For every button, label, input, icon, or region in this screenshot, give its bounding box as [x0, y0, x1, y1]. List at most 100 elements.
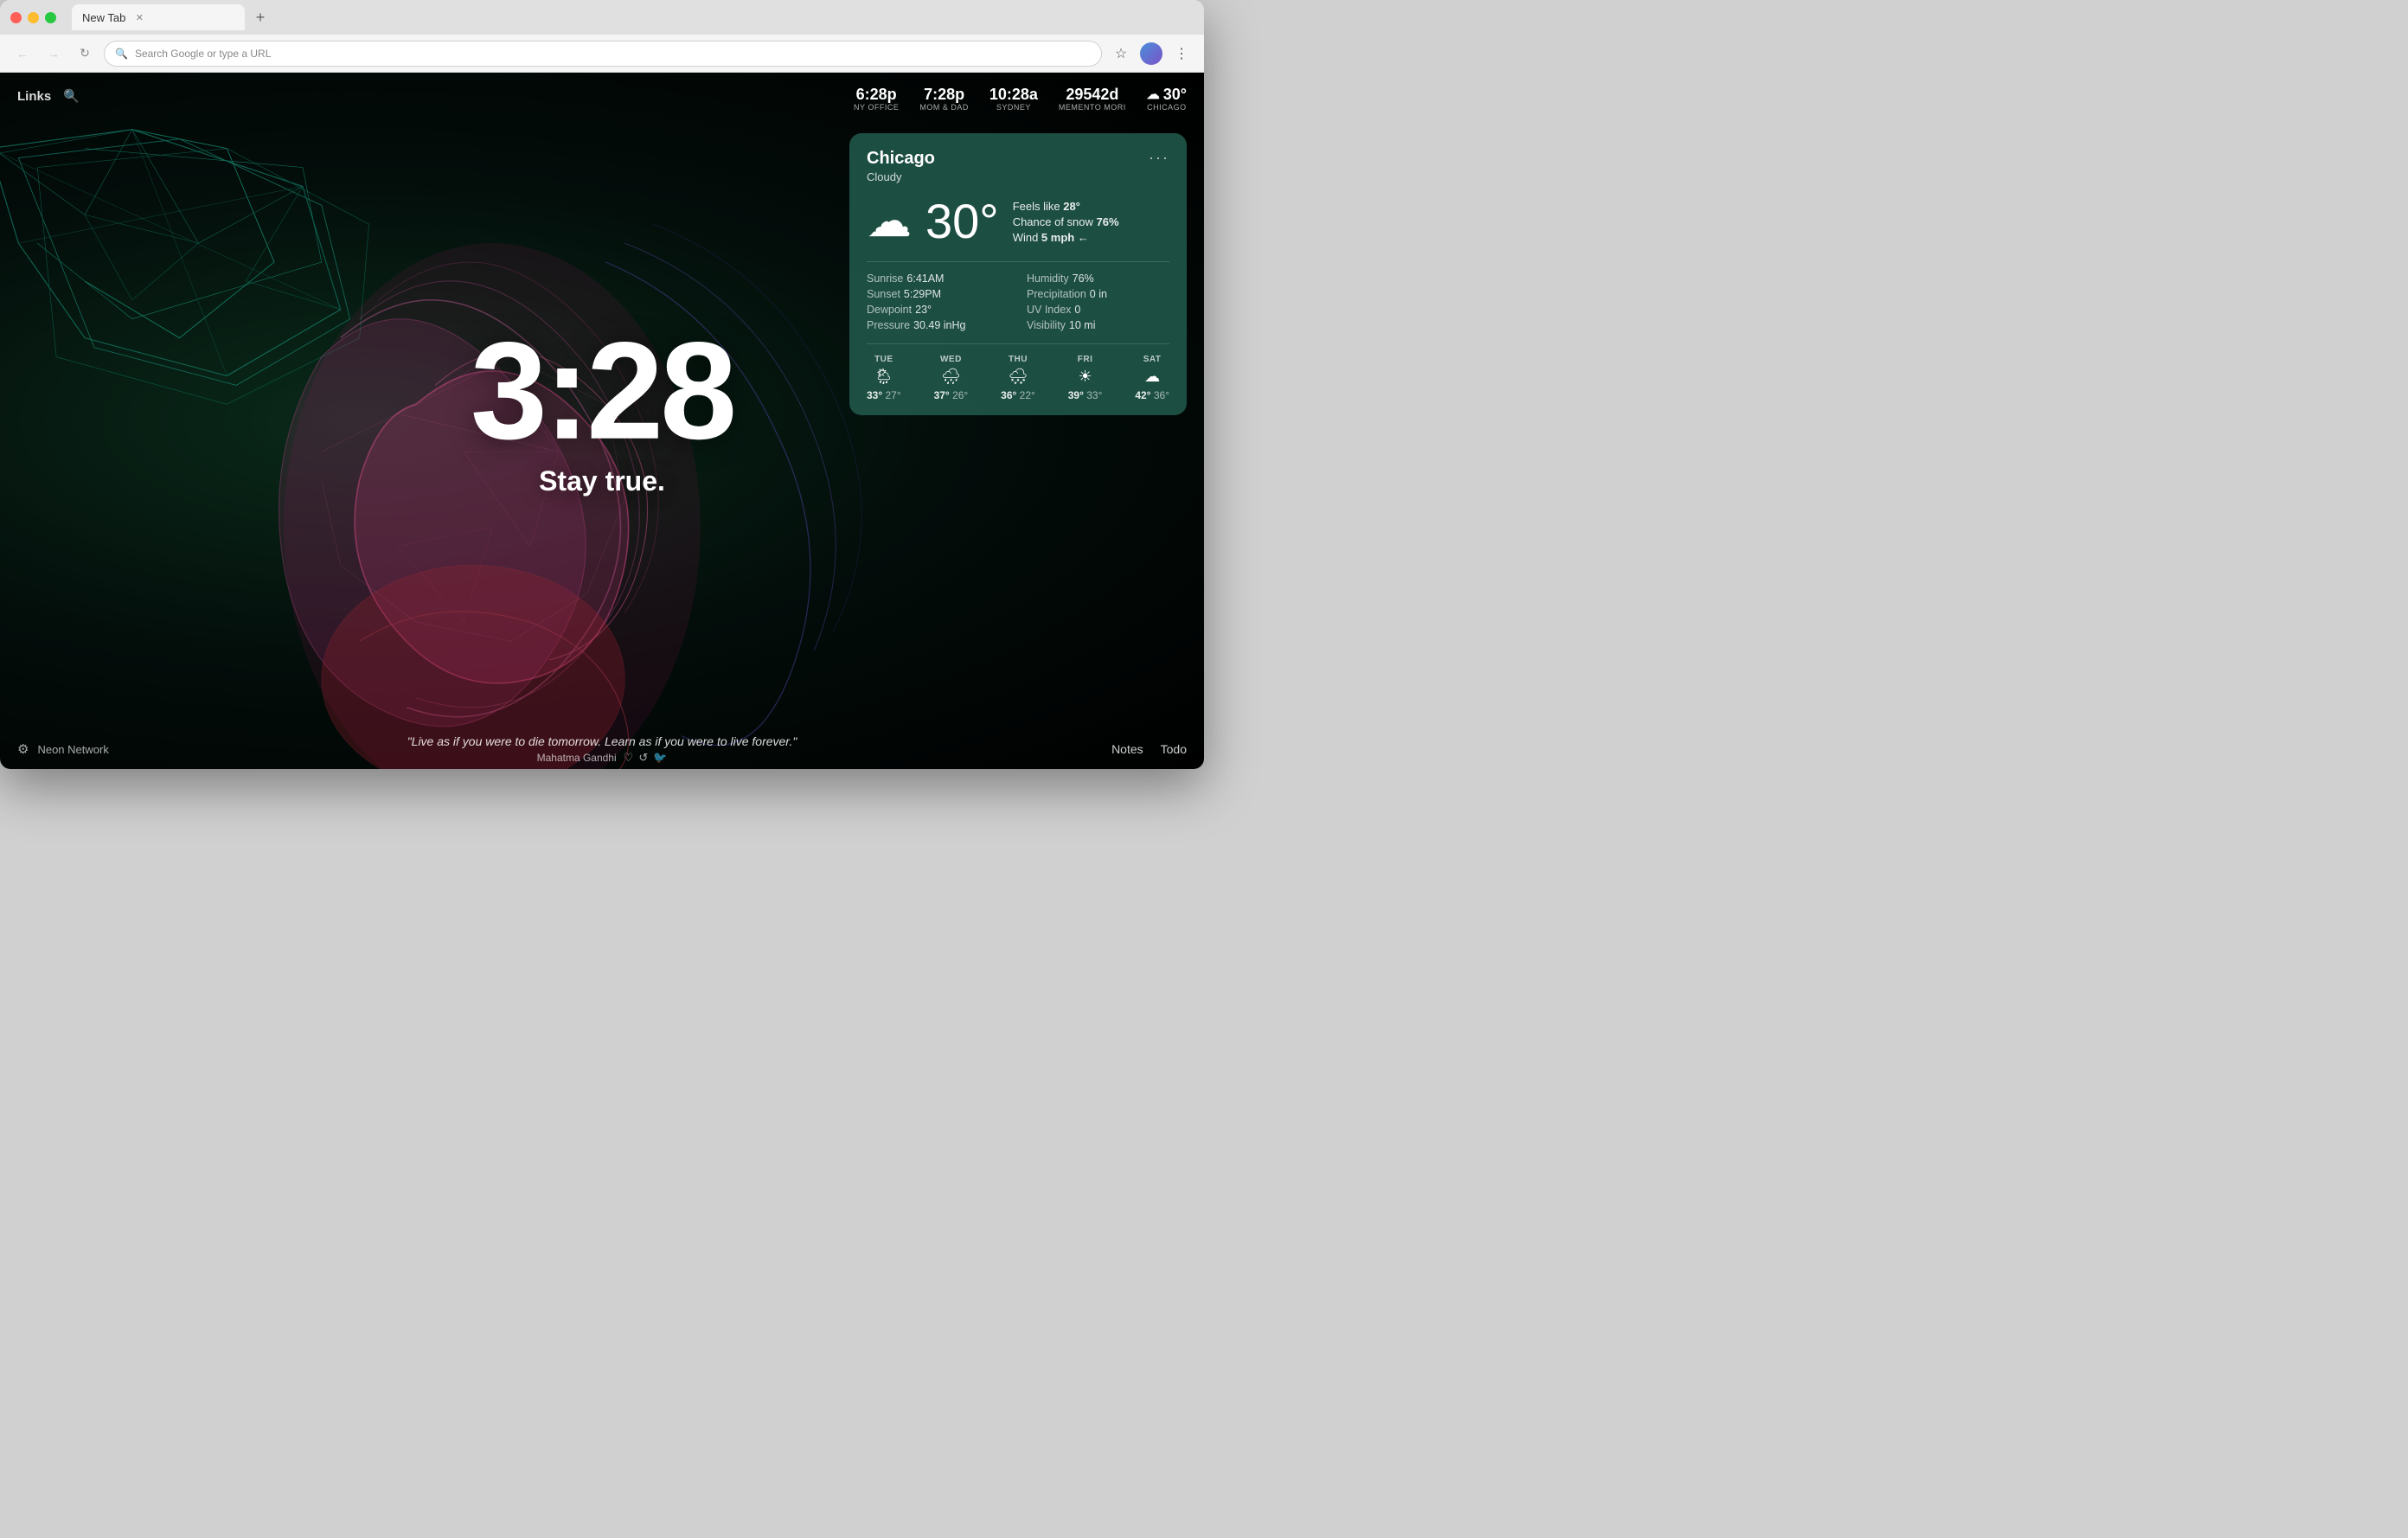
traffic-lights: [10, 12, 56, 23]
forecast-sat-label: SAT: [1143, 355, 1162, 364]
clocks-bar: 6:28p NY OFFICE 7:28p MOM & DAD 10:28a S…: [854, 87, 1187, 112]
forecast-tue-temps: 33° 27°: [867, 389, 901, 401]
dewpoint-item: Dewpoint 23°: [867, 304, 1009, 316]
forecast-sat: SAT ☁ 42° 36°: [1135, 355, 1169, 401]
back-button[interactable]: ←: [10, 42, 35, 66]
precipitation-value: 0 in: [1090, 288, 1107, 300]
source-label: Neon Network: [37, 743, 108, 756]
clock-ny-label: NY OFFICE: [854, 103, 899, 112]
clock-sydney-time: 10:28a: [989, 87, 1038, 102]
settings-icon[interactable]: ⚙: [17, 741, 29, 757]
forecast-tue-label: TUE: [874, 355, 893, 364]
weather-condition: Cloudy: [867, 170, 935, 183]
heart-icon[interactable]: ♡: [624, 751, 634, 765]
wind-label: Wind 5 mph ←: [1013, 231, 1119, 244]
profile-avatar[interactable]: [1140, 42, 1162, 65]
forecast-thu: THU 🌨 36° 22°: [1001, 355, 1035, 401]
menu-button[interactable]: ⋮: [1169, 42, 1194, 66]
forecast-sat-temps: 42° 36°: [1135, 389, 1169, 401]
clock-ny-time: 6:28p: [856, 87, 897, 102]
uv-label: UV Index: [1027, 304, 1071, 316]
tab-bar: New Tab ✕ +: [72, 4, 630, 30]
bookmark-icon[interactable]: ☆: [1109, 42, 1133, 66]
forward-button[interactable]: →: [42, 42, 66, 66]
forecast-thu-hi: 36°: [1001, 389, 1016, 401]
humidity-label: Humidity: [1027, 272, 1069, 285]
tab-close-button[interactable]: ✕: [132, 10, 146, 24]
clock-ny-office: 6:28p NY OFFICE: [854, 87, 899, 112]
forecast-wed-lo: 26°: [952, 389, 968, 401]
links-button[interactable]: Links: [17, 89, 51, 104]
forecast-fri-lo: 33°: [1086, 389, 1102, 401]
bottom-center: "Live as if you were to die tomorrow. Le…: [407, 734, 797, 765]
share-icon[interactable]: ↺: [638, 751, 648, 765]
sunset-label: Sunset: [867, 288, 900, 300]
weather-main: ☁ 30° Feels like 28° Chance of snow 76% …: [867, 195, 1169, 247]
dewpoint-label: Dewpoint: [867, 304, 912, 316]
twitter-icon[interactable]: 🐦: [653, 751, 667, 765]
browser-window: New Tab ✕ + ← → ↻ 🔍 Search Google or typ…: [0, 0, 1204, 769]
visibility-item: Visibility 10 mi: [1027, 319, 1169, 331]
sunset-item: Sunset 5:29PM: [867, 288, 1009, 300]
tab-newtab[interactable]: New Tab ✕: [72, 4, 245, 30]
uv-item: UV Index 0: [1027, 304, 1169, 316]
notes-button[interactable]: Notes: [1111, 742, 1143, 756]
clock-memento-label: MEMENTO MORI: [1059, 103, 1126, 112]
humidity-item: Humidity 76%: [1027, 272, 1169, 285]
forecast-wed-icon: 🌧: [941, 368, 961, 386]
forecast-thu-temps: 36° 22°: [1001, 389, 1035, 401]
forecast-tue-hi: 33°: [867, 389, 882, 401]
quote-actions: ♡ ↺ 🐦: [624, 751, 668, 765]
weather-menu-button[interactable]: ···: [1149, 149, 1169, 167]
pressure-value: 30.49 inHg: [913, 319, 965, 331]
address-bar: ← → ↻ 🔍 Search Google or type a URL ☆ ⋮: [0, 35, 1204, 73]
clock-mom-dad-label: MOM & DAD: [919, 103, 969, 112]
weather-cloud-icon: ☁: [867, 195, 912, 247]
clock-mom-dad-time: 7:28p: [924, 87, 964, 102]
weather-temperature: 30°: [925, 197, 999, 246]
bottom-right: Notes Todo: [1111, 742, 1187, 756]
reload-button[interactable]: ↻: [73, 42, 97, 66]
snow-chance-value: 76%: [1097, 215, 1119, 228]
weather-city-info: Chicago Cloudy: [867, 149, 935, 183]
bottom-left: ⚙ Neon Network: [17, 741, 109, 757]
weather-panel: Chicago Cloudy ··· ☁ 30° Feels like 28° …: [849, 133, 1187, 415]
address-placeholder-text: Search Google or type a URL: [135, 48, 271, 60]
precipitation-label: Precipitation: [1027, 288, 1086, 300]
search-icon: 🔍: [115, 48, 128, 60]
author-name: Mahatma Gandhi: [537, 752, 617, 764]
sunset-value: 5:29PM: [904, 288, 941, 300]
forecast-tue-icon: 🌦: [874, 368, 893, 386]
weather-city-name: Chicago: [867, 149, 935, 169]
clock-chicago-label: CHICAGO: [1147, 103, 1187, 112]
todo-button[interactable]: Todo: [1161, 742, 1187, 756]
bottom-bar: ⚙ Neon Network "Live as if you were to d…: [0, 729, 1204, 769]
address-input[interactable]: 🔍 Search Google or type a URL: [104, 41, 1102, 67]
search-button[interactable]: 🔍: [63, 88, 80, 104]
forecast-fri: FRI ☀ 39° 33°: [1068, 355, 1103, 401]
feels-like-label: Feels like 28°: [1013, 200, 1119, 213]
sunrise-label: Sunrise: [867, 272, 903, 285]
quote-author-row: Mahatma Gandhi ♡ ↺ 🐦: [407, 751, 797, 765]
forecast-tue: TUE 🌦 33° 27°: [867, 355, 901, 401]
weather-header: Chicago Cloudy ···: [867, 149, 1169, 183]
clock-sydney: 10:28a SYDNEY: [989, 87, 1038, 112]
clock-sydney-label: SYDNEY: [996, 103, 1031, 112]
forecast-fri-hi: 39°: [1068, 389, 1084, 401]
forecast-sat-hi: 42°: [1135, 389, 1150, 401]
minimize-button[interactable]: [28, 12, 39, 23]
visibility-value: 10 mi: [1069, 319, 1096, 331]
forecast-wed-hi: 37°: [934, 389, 950, 401]
center-clock: 3:28 Stay true.: [471, 328, 733, 497]
precipitation-item: Precipitation 0 in: [1027, 288, 1169, 300]
feels-like-value: 28°: [1063, 200, 1080, 213]
main-tagline: Stay true.: [471, 465, 733, 497]
new-tab-button[interactable]: +: [248, 5, 272, 29]
fullscreen-button[interactable]: [45, 12, 56, 23]
weather-divider-1: [867, 261, 1169, 262]
cloud-icon: ☁: [1147, 88, 1160, 101]
weather-details: Sunrise 6:41AM Humidity 76% Sunset 5:29P…: [867, 272, 1169, 331]
close-button[interactable]: [10, 12, 22, 23]
forecast-fri-icon: ☀: [1078, 368, 1092, 386]
sunrise-item: Sunrise 6:41AM: [867, 272, 1009, 285]
